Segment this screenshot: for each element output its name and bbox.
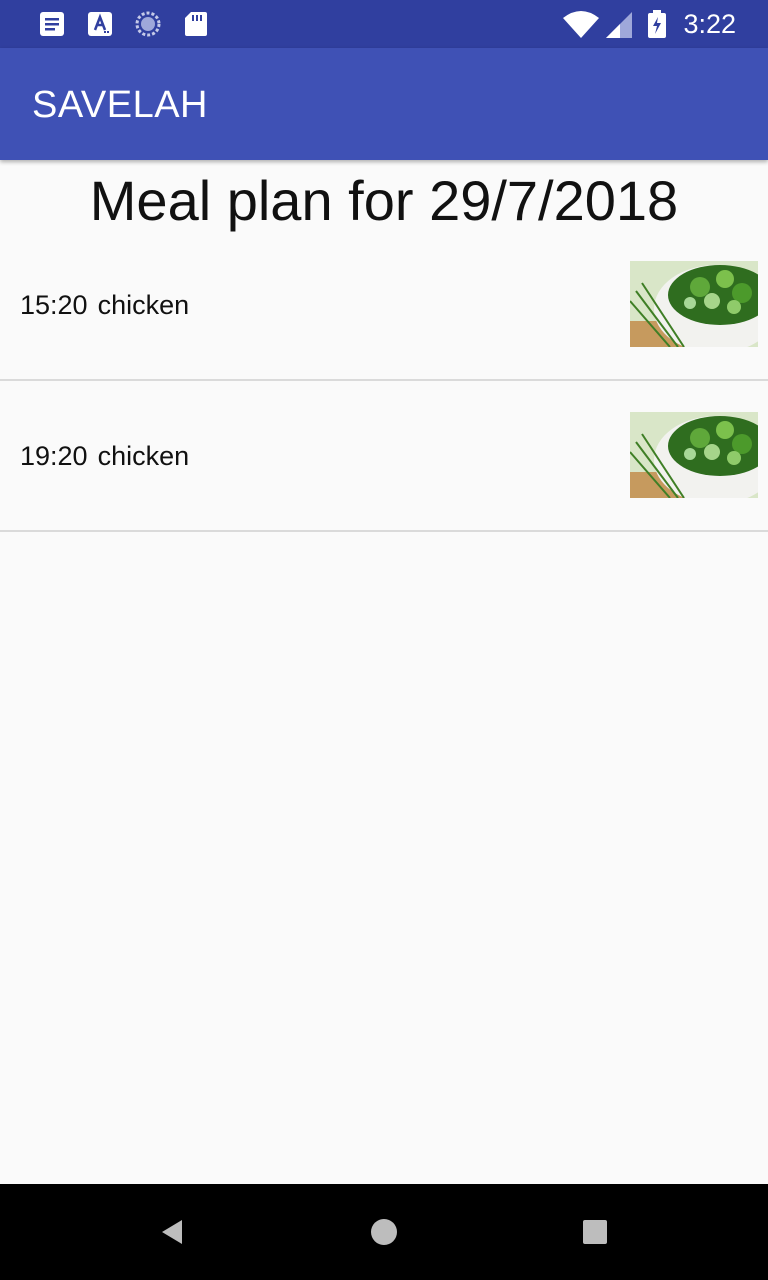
meal-text: 19:20 chicken	[20, 439, 189, 473]
list-item[interactable]: 15:20 chicken	[0, 230, 768, 381]
status-bar: 3:22	[0, 0, 768, 48]
sd-card-icon	[185, 12, 207, 36]
meal-list: 15:20 chicken 19:20 chicken	[0, 230, 768, 532]
recents-icon[interactable]	[575, 1212, 615, 1252]
signal-icon	[606, 12, 632, 38]
page-title: Meal plan for 29/7/2018	[89, 169, 679, 232]
app-bar: SAVELAH	[0, 48, 768, 160]
battery-charging-icon	[648, 10, 666, 38]
sync-icon	[135, 11, 161, 37]
meal-time: 19:20	[20, 441, 88, 471]
meal-text: 15:20 chicken	[20, 288, 189, 322]
meal-thumbnail[interactable]	[630, 412, 758, 498]
status-time: 3:22	[683, 9, 736, 39]
text-a-icon	[88, 12, 112, 36]
back-icon[interactable]	[152, 1212, 192, 1252]
home-icon[interactable]	[364, 1212, 404, 1252]
list-item[interactable]: 19:20 chicken	[0, 381, 768, 532]
meal-name: chicken	[97, 441, 190, 471]
app-title: SAVELAH	[32, 84, 208, 126]
meal-name: chicken	[97, 290, 190, 320]
navigation-bar	[0, 1184, 768, 1280]
meal-time: 15:20	[20, 290, 88, 320]
wifi-icon	[563, 11, 599, 38]
meal-thumbnail[interactable]	[630, 261, 758, 347]
notes-icon	[40, 12, 64, 36]
